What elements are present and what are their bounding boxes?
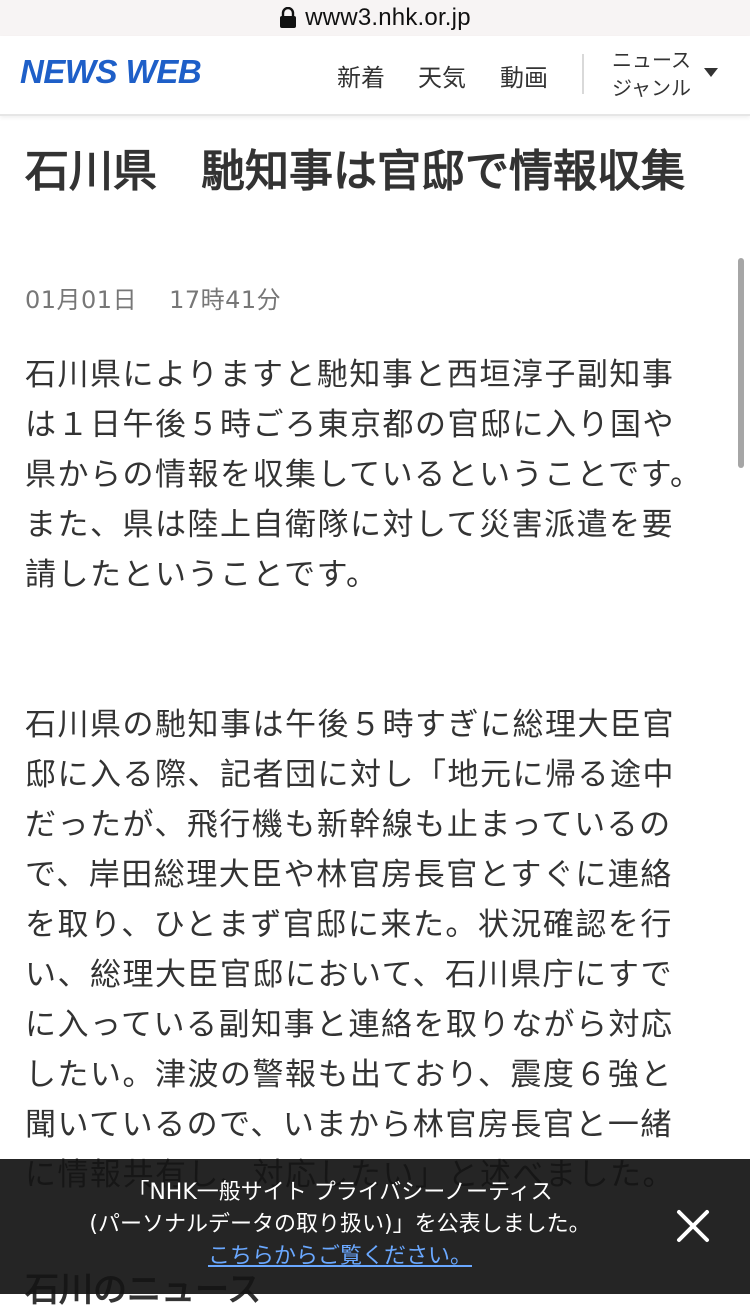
- nav-divider: [582, 54, 584, 94]
- privacy-notice-banner: 「NHK一般サイト プライバシーノーティス (パーソナルデータの取り扱い)」を公…: [0, 1159, 750, 1294]
- nav-video[interactable]: 動画: [500, 58, 548, 93]
- genre-label-line2: ジャンル: [612, 76, 691, 100]
- article-datetime: 01月01日 17時41分: [25, 280, 281, 315]
- article-time: 17時41分: [169, 286, 282, 314]
- genre-label-line1: ニュース: [612, 48, 691, 72]
- lock-icon: [280, 7, 297, 28]
- article-body-block-2: 石川県の馳知事は午後５時すぎに総理大臣官邸に入る際、記者団に対し「地元に帰る途中…: [25, 700, 705, 1200]
- close-icon[interactable]: [670, 1203, 716, 1249]
- article-paragraph: 石川県の馳知事は午後５時すぎに総理大臣官邸に入る際、記者団に対し「地元に帰る途中…: [25, 707, 675, 1193]
- notice-line-2: (パーソナルデータの取り扱い)」を公表しました。: [89, 1212, 591, 1237]
- nav-new[interactable]: 新着: [337, 58, 385, 93]
- page-scrollbar[interactable]: [738, 258, 744, 468]
- nav-weather[interactable]: 天気: [418, 58, 466, 93]
- article-paragraph: 石川県によりますと馳知事と西垣淳子副知事は１日午後５時ごろ東京都の官邸に入り国や…: [25, 357, 703, 493]
- news-web-logo[interactable]: NEWS WEB: [20, 53, 202, 91]
- article-paragraph: また、県は陸上自衛隊に対して災害派遣を要請したということです。: [25, 507, 675, 593]
- article-body-block-1: 石川県によりますと馳知事と西垣淳子副知事は１日午後５時ごろ東京都の官邸に入り国や…: [25, 350, 705, 600]
- browser-url-bar[interactable]: www3.nhk.or.jp: [0, 0, 750, 36]
- site-header: NEWS WEB 新着 天気 動画 ニュース ジャンル: [0, 36, 750, 116]
- article-date: 01月01日: [25, 286, 138, 314]
- privacy-notice-text: 「NHK一般サイト プライバシーノーティス (パーソナルデータの取り扱い)」を公…: [30, 1177, 650, 1273]
- article-title: 石川県 馳知事は官邸で情報収集: [25, 146, 685, 197]
- chevron-down-icon[interactable]: [704, 68, 718, 77]
- url-text: www3.nhk.or.jp: [305, 4, 471, 31]
- notice-line-1: 「NHK一般サイト プライバシーノーティス: [127, 1180, 553, 1205]
- privacy-notice-link[interactable]: こちらからご覧ください。: [208, 1241, 472, 1273]
- nav-genre-menu[interactable]: ニュース ジャンル: [612, 46, 708, 102]
